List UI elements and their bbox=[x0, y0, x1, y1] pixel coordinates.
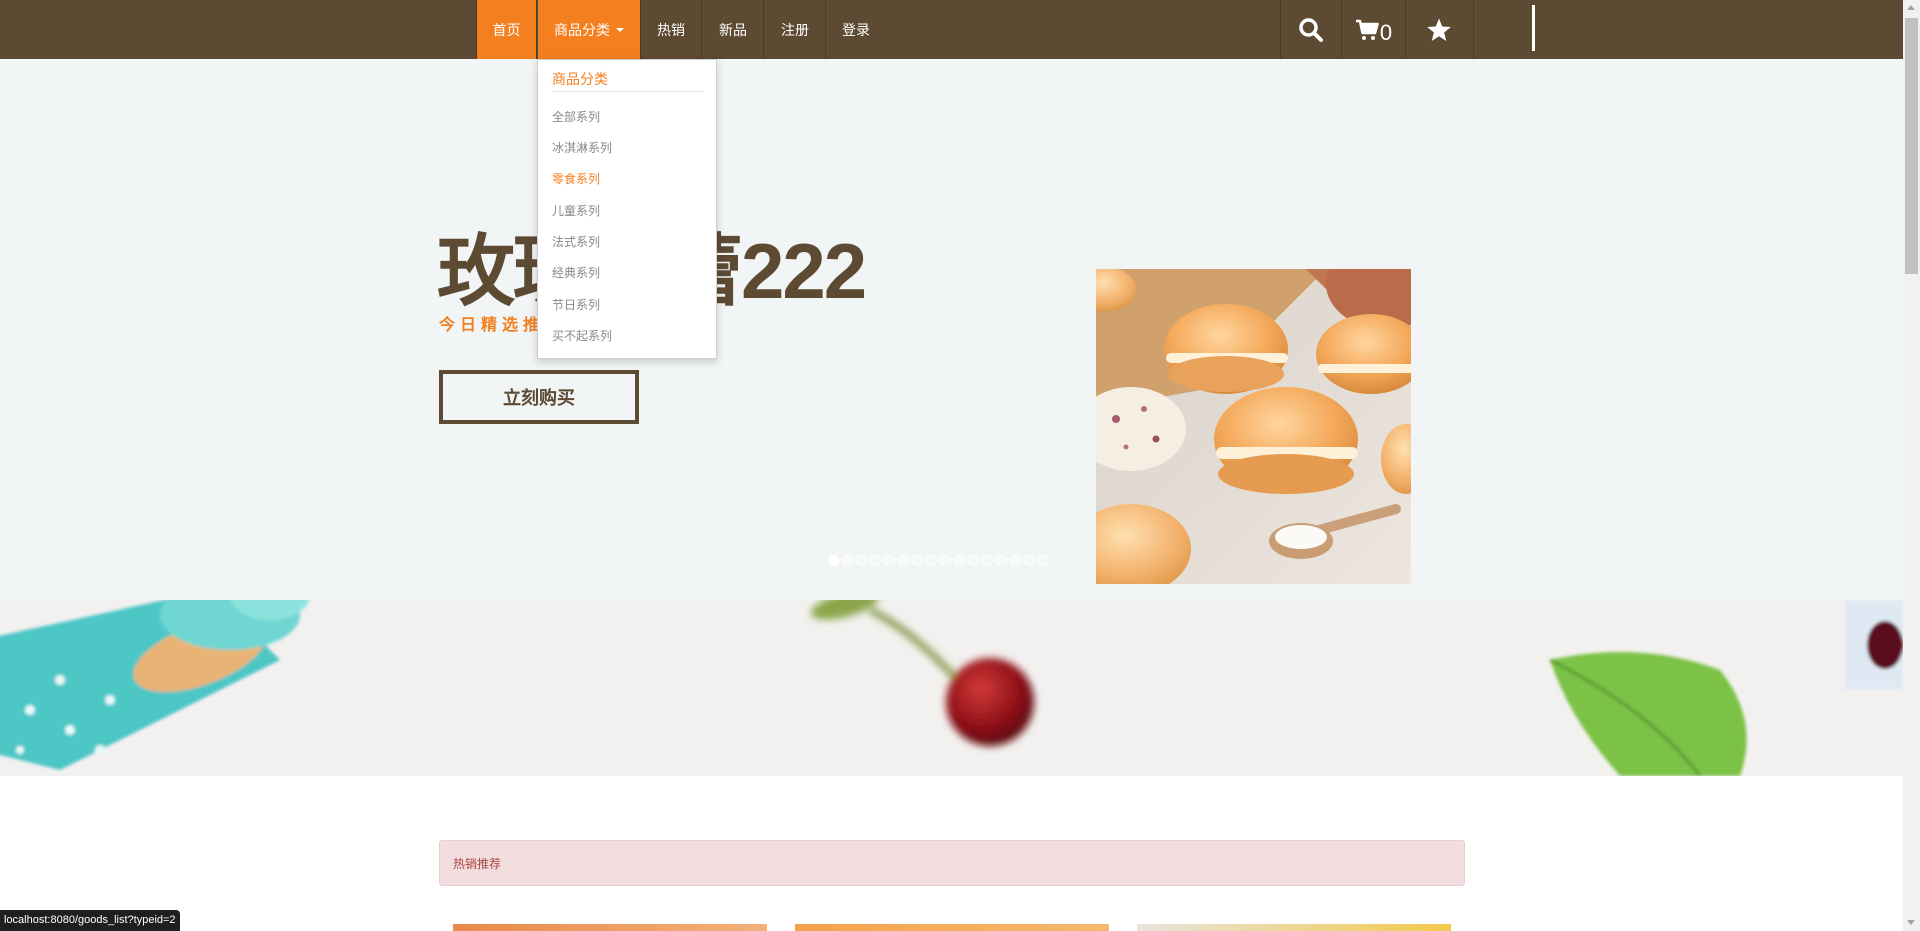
search-icon bbox=[1299, 17, 1323, 42]
nav-home-label: 首页 bbox=[492, 22, 521, 39]
browser-status-url: localhost:8080/goods_list?typeid=2 bbox=[0, 910, 180, 931]
buy-now-button[interactable]: 立刻购买 bbox=[439, 370, 639, 424]
nav-hot-label: 热销 bbox=[657, 22, 685, 39]
dropdown-item-kids[interactable]: 儿童系列 bbox=[552, 202, 600, 219]
carousel-indicators bbox=[828, 555, 1049, 566]
nav-login-label: 登录 bbox=[842, 22, 870, 39]
category-dropdown-menu: 商品分类 全部系列 冰淇淋系列 零食系列 儿童系列 法式系列 经典系列 节日系列… bbox=[537, 59, 717, 359]
buy-now-label: 立刻购买 bbox=[503, 388, 575, 409]
nav-hot[interactable]: 热销 bbox=[641, 0, 702, 59]
cart-icon bbox=[1355, 19, 1379, 40]
carousel-dot[interactable] bbox=[884, 555, 895, 566]
carousel-dot[interactable] bbox=[954, 555, 965, 566]
carousel-dot[interactable] bbox=[898, 555, 909, 566]
hero-carousel: 玫瑰芙蕾222 今日精选推荐 立刻购买 bbox=[0, 59, 1903, 600]
nav-category-label: 商品分类 bbox=[554, 22, 610, 39]
search-button[interactable] bbox=[1281, 0, 1341, 59]
product-card[interactable] bbox=[795, 924, 1109, 931]
top-navbar: 首页 商品分类 热销 新品 注册 登录 0 bbox=[0, 0, 1903, 59]
nav-login[interactable]: 登录 bbox=[827, 0, 885, 59]
product-card[interactable] bbox=[1137, 924, 1451, 931]
carousel-dot[interactable] bbox=[940, 555, 951, 566]
nav-home[interactable]: 首页 bbox=[477, 0, 537, 59]
product-card[interactable] bbox=[453, 924, 767, 931]
carousel-dot[interactable] bbox=[926, 555, 937, 566]
nav-new[interactable]: 新品 bbox=[703, 0, 764, 59]
carousel-dot[interactable] bbox=[982, 555, 993, 566]
dropdown-item-snacks[interactable]: 零食系列 bbox=[552, 170, 600, 187]
star-icon bbox=[1427, 18, 1451, 41]
carousel-dot[interactable] bbox=[870, 555, 881, 566]
carousel-dot[interactable] bbox=[996, 555, 1007, 566]
carousel-dot[interactable] bbox=[856, 555, 867, 566]
carousel-dot[interactable] bbox=[1010, 555, 1021, 566]
scroll-down-icon[interactable] bbox=[1907, 920, 1915, 925]
carousel-dot[interactable] bbox=[828, 555, 839, 566]
dropdown-divider bbox=[552, 91, 704, 92]
caret-down-icon bbox=[616, 27, 624, 32]
nav-register-label: 注册 bbox=[781, 22, 809, 39]
nav-new-label: 新品 bbox=[719, 22, 747, 39]
decor-illustration bbox=[0, 600, 1903, 776]
section-title: 热销推荐 bbox=[453, 857, 502, 871]
dropdown-item-classic[interactable]: 经典系列 bbox=[552, 264, 600, 281]
decor-banner bbox=[0, 600, 1903, 776]
dropdown-item-icecream[interactable]: 冰淇淋系列 bbox=[552, 139, 612, 156]
dropdown-item-premium[interactable]: 买不起系列 bbox=[552, 327, 612, 344]
nav-divider bbox=[1473, 0, 1474, 59]
scroll-up-icon[interactable] bbox=[1907, 5, 1915, 10]
scroll-thumb[interactable] bbox=[1905, 18, 1918, 274]
dropdown-header: 商品分类 bbox=[552, 72, 608, 88]
nav-accent-line bbox=[1532, 5, 1535, 51]
dropdown-item-french[interactable]: 法式系列 bbox=[552, 233, 600, 250]
dropdown-item-holiday[interactable]: 节日系列 bbox=[552, 296, 600, 313]
hero-product-image bbox=[1096, 269, 1411, 584]
cart-count: 0 bbox=[1379, 19, 1393, 45]
carousel-dot[interactable] bbox=[968, 555, 979, 566]
dropdown-item-all[interactable]: 全部系列 bbox=[552, 108, 600, 125]
hot-recommend-panel: 热销推荐 bbox=[439, 840, 1465, 886]
carousel-dot[interactable] bbox=[842, 555, 853, 566]
nav-category-dropdown[interactable]: 商品分类 bbox=[538, 0, 641, 59]
page-scrollbar[interactable] bbox=[1903, 0, 1920, 931]
carousel-dot[interactable] bbox=[1024, 555, 1035, 566]
cart-button[interactable]: 0 bbox=[1342, 0, 1405, 59]
carousel-dot[interactable] bbox=[912, 555, 923, 566]
carousel-dot[interactable] bbox=[1038, 555, 1049, 566]
nav-register[interactable]: 注册 bbox=[765, 0, 826, 59]
favorites-button[interactable] bbox=[1406, 0, 1472, 59]
